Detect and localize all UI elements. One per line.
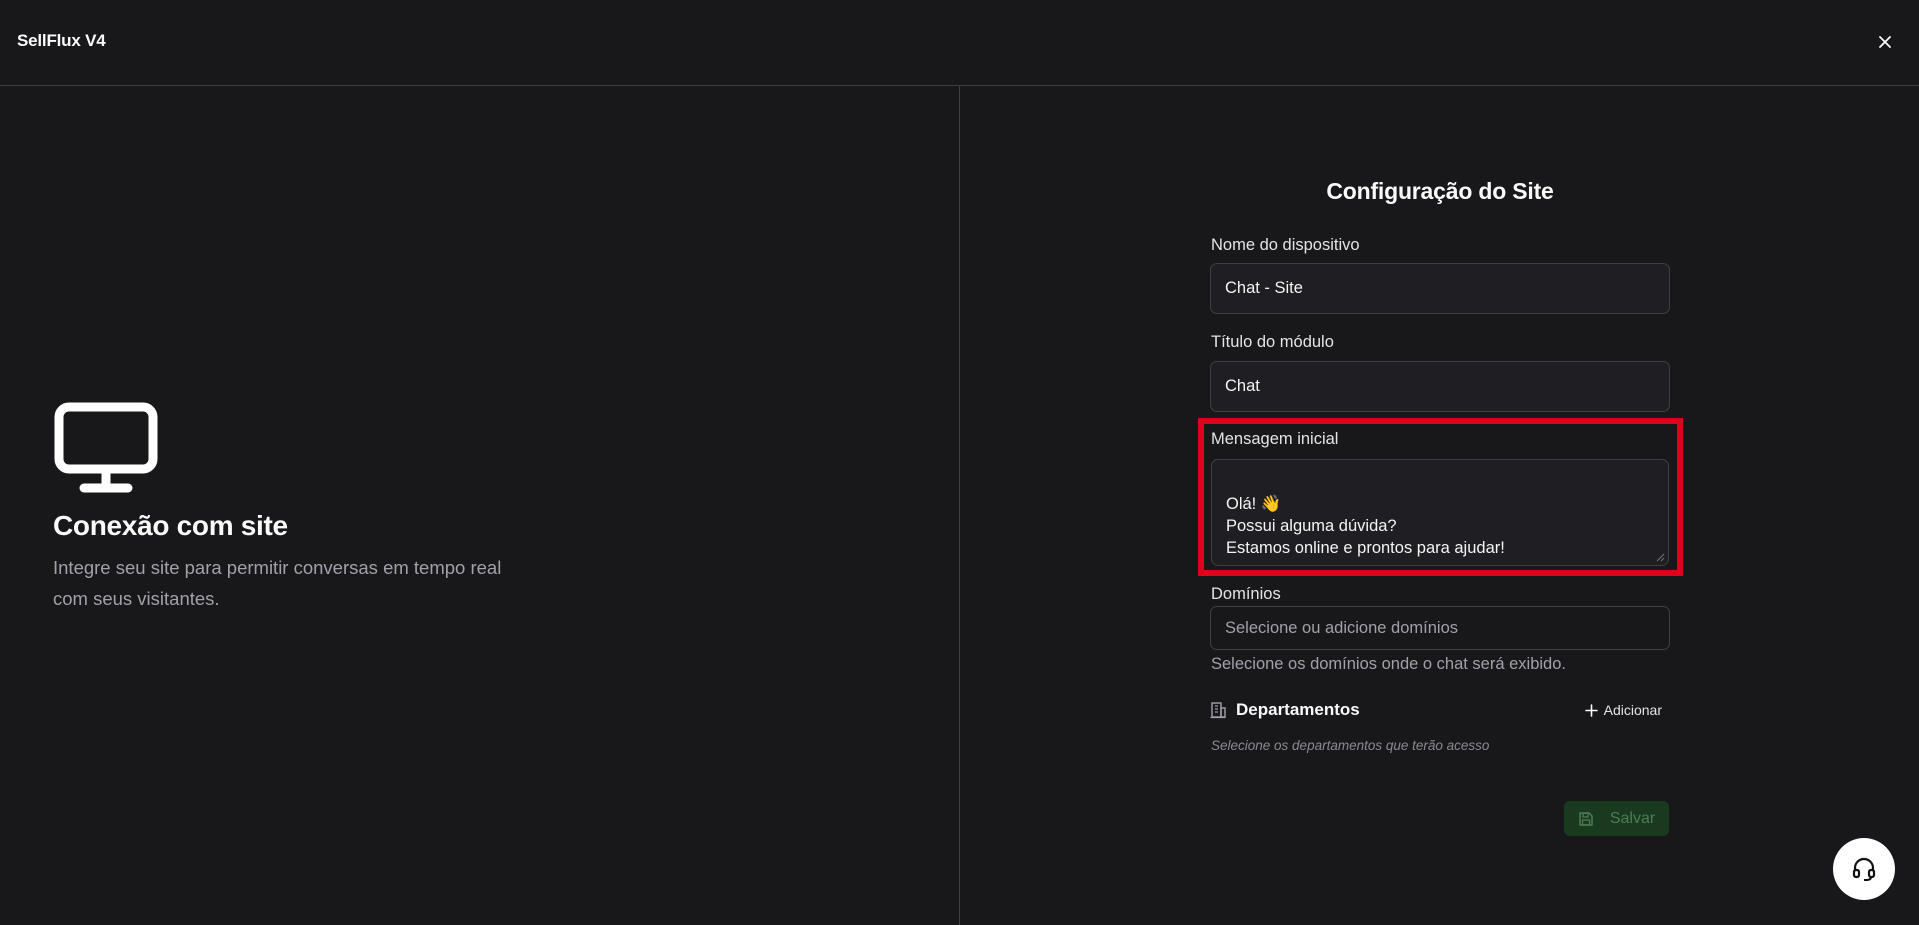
initial-message-textarea[interactable]: Olá! 👋 Possui alguma dúvida? Estamos onl…: [1211, 459, 1669, 566]
connection-description-line-2: com seus visitantes.: [53, 588, 220, 609]
app-title: SellFlux V4: [17, 31, 106, 50]
device-name-label: Nome do dispositivo: [1211, 236, 1360, 254]
building-icon: [1210, 702, 1226, 719]
domains-helper-text: Selecione os domínios onde o chat será e…: [1211, 655, 1566, 673]
top-bar: SellFlux V4: [0, 0, 1919, 86]
save-icon: [1579, 811, 1593, 826]
plus-icon: [1584, 703, 1598, 717]
resize-handle-icon[interactable]: [1656, 553, 1665, 562]
connection-title: Conexão com site: [53, 510, 288, 541]
monitor-icon: [54, 402, 158, 493]
close-icon: [1879, 36, 1891, 48]
close-button[interactable]: [1873, 30, 1897, 54]
connection-description: Integre seu site para permitir conversas…: [53, 552, 573, 614]
module-title-value: Chat: [1225, 377, 1260, 395]
add-department-button[interactable]: Adicionar: [1584, 697, 1662, 723]
support-chat-button[interactable]: [1833, 838, 1895, 900]
device-name-value: Chat - Site: [1225, 279, 1303, 297]
left-panel: [0, 86, 959, 925]
departments-hint: Selecione os departamentos que terão ace…: [1211, 738, 1490, 753]
departments-title: Departamentos: [1236, 700, 1360, 719]
initial-message-value: Olá! 👋 Possui alguma dúvida? Estamos onl…: [1226, 495, 1505, 557]
domains-label: Domínios: [1211, 585, 1281, 603]
module-title-input[interactable]: Chat: [1210, 361, 1670, 412]
domains-select[interactable]: Selecione ou adicione domínios: [1210, 606, 1670, 650]
headset-icon: [1852, 857, 1876, 881]
add-department-label: Adicionar: [1603, 702, 1662, 718]
connection-description-line-1: Integre seu site para permitir conversas…: [53, 557, 502, 578]
save-button[interactable]: Salvar: [1564, 801, 1669, 836]
save-label: Salvar: [1609, 809, 1656, 827]
module-title-label: Título do módulo: [1211, 333, 1334, 351]
initial-message-label: Mensagem inicial: [1211, 430, 1339, 448]
form-title: Configuração do Site: [1326, 178, 1554, 204]
departments-header: Departamentos Adicionar: [1210, 697, 1670, 723]
device-name-input[interactable]: Chat - Site: [1210, 263, 1670, 314]
domains-placeholder: Selecione ou adicione domínios: [1225, 618, 1458, 637]
panel-divider: [959, 86, 960, 925]
